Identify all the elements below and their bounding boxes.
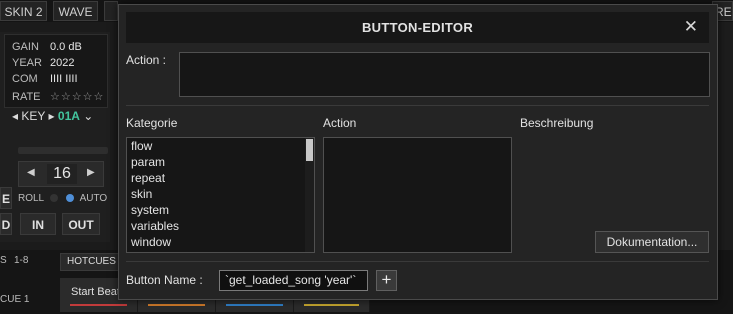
rate-label: RATE bbox=[12, 91, 41, 103]
key-value: 01A bbox=[57, 109, 80, 123]
dialog-title: BUTTON-EDITOR bbox=[361, 20, 474, 35]
loop-decrease-icon[interactable]: ◀ bbox=[27, 167, 35, 178]
loop-size-control: ◀ 16 ▶ bbox=[18, 161, 104, 187]
dialog-title-bar[interactable]: BUTTON-EDITOR ✕ bbox=[126, 12, 709, 43]
chevron-down-icon[interactable]: ⌄ bbox=[83, 109, 93, 123]
button-name-input[interactable]: `get_loaded_song 'year'` bbox=[219, 270, 368, 291]
close-icon[interactable]: ✕ bbox=[684, 16, 698, 38]
beschreibung-header: Beschreibung bbox=[520, 116, 594, 130]
loop-in-button[interactable]: IN bbox=[20, 213, 56, 235]
left-edge-button-d[interactable]: D bbox=[0, 213, 12, 235]
skin-button[interactable]: SKIN 2 bbox=[0, 1, 47, 21]
button-editor-dialog: BUTTON-EDITOR ✕ Action : Kategorie Actio… bbox=[118, 4, 718, 300]
roll-toggle[interactable] bbox=[49, 194, 58, 203]
hotcues-tab[interactable]: HOTCUES bbox=[60, 253, 123, 271]
bank-range-label[interactable]: 1-8 bbox=[14, 255, 28, 266]
action-header: Action bbox=[323, 116, 357, 130]
kategorie-header: Kategorie bbox=[126, 116, 178, 130]
list-item[interactable]: window bbox=[127, 234, 314, 250]
list-item[interactable]: flow bbox=[127, 138, 314, 154]
divider bbox=[126, 105, 709, 106]
roll-auto-row: ROLL AUTO bbox=[18, 193, 107, 204]
action-input[interactable] bbox=[179, 52, 710, 97]
com-row: COM IIII IIII bbox=[12, 73, 78, 85]
key-row: ◂ KEY ▸ 01A ⌄ bbox=[12, 109, 93, 123]
hotcue-color-line bbox=[148, 304, 205, 306]
roll-label: ROLL bbox=[18, 193, 44, 204]
auto-toggle[interactable] bbox=[66, 194, 75, 203]
list-item[interactable]: repeat bbox=[127, 170, 314, 186]
rating-stars[interactable]: ☆☆☆☆☆ bbox=[50, 91, 104, 103]
key-label: KEY bbox=[21, 109, 46, 123]
loop-size-value: 16 bbox=[47, 164, 77, 184]
auto-label: AUTO bbox=[79, 193, 108, 204]
gain-label: GAIN bbox=[12, 41, 39, 53]
kategorie-scrollbar[interactable] bbox=[305, 138, 314, 252]
gain-row: GAIN 0.0 dB bbox=[12, 41, 82, 53]
action-list[interactable] bbox=[323, 137, 512, 253]
year-label: YEAR bbox=[12, 57, 42, 69]
kategorie-list[interactable]: flow param repeat skin system variables … bbox=[126, 137, 315, 253]
list-item[interactable]: variables bbox=[127, 218, 314, 234]
list-item[interactable]: system bbox=[127, 202, 314, 218]
add-button[interactable]: + bbox=[376, 270, 397, 291]
toolbar-toggle[interactable] bbox=[104, 1, 118, 21]
action-label: Action : bbox=[126, 53, 167, 67]
wave-button[interactable]: WAVE bbox=[53, 1, 98, 21]
list-item[interactable]: skin bbox=[127, 186, 314, 202]
key-left-arrow-icon[interactable]: ◂ bbox=[12, 109, 18, 123]
hotcue-color-line bbox=[70, 304, 127, 306]
loop-out-button[interactable]: OUT bbox=[62, 213, 100, 235]
rate-row: RATE ☆☆☆☆☆ bbox=[12, 90, 104, 103]
hotcue-color-line bbox=[304, 304, 359, 306]
divider bbox=[126, 261, 709, 262]
button-name-label: Button Name : bbox=[126, 273, 203, 287]
bank-s-label: S bbox=[0, 255, 7, 266]
key-right-arrow-icon[interactable]: ▸ bbox=[49, 109, 55, 123]
scroll-thumb[interactable] bbox=[306, 139, 313, 161]
hotcue-color-line bbox=[226, 304, 283, 306]
year-value: 2022 bbox=[50, 57, 75, 69]
hotcue-pad-1-label: Start Beat bbox=[71, 286, 120, 298]
com-label: COM bbox=[12, 73, 38, 85]
com-value: IIII IIII bbox=[50, 73, 78, 85]
pitch-strip[interactable] bbox=[18, 147, 108, 154]
gain-value: 0.0 dB bbox=[50, 41, 82, 53]
deck-info-box: GAIN 0.0 dB YEAR 2022 COM IIII IIII RATE ☆☆☆… bbox=[4, 34, 108, 108]
documentation-button[interactable]: Dokumentation... bbox=[595, 231, 709, 253]
left-edge-button-e[interactable]: E bbox=[0, 187, 12, 209]
list-item[interactable]: param bbox=[127, 154, 314, 170]
cue-label: CUE 1 bbox=[0, 294, 30, 305]
loop-increase-icon[interactable]: ▶ bbox=[87, 167, 95, 178]
year-row: YEAR 2022 bbox=[12, 57, 74, 69]
